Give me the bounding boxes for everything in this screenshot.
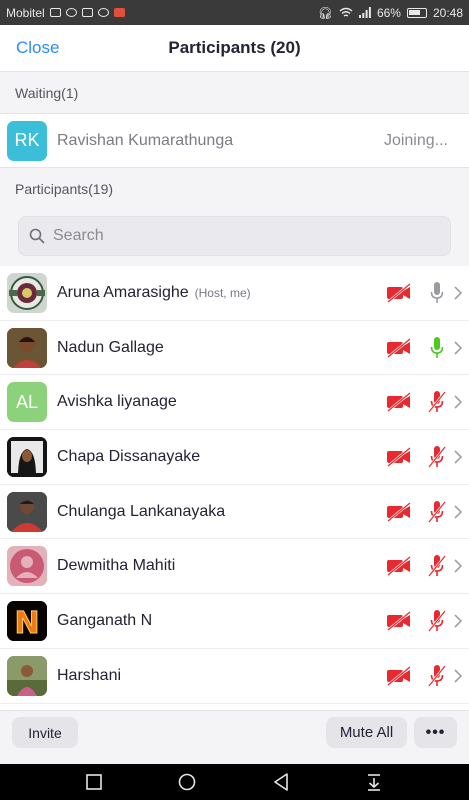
mic-muted-icon (427, 499, 447, 525)
mic-active-icon (427, 335, 447, 361)
avatar (7, 655, 47, 696)
participant-name: Aruna Amarasighe (57, 283, 189, 301)
avatar (7, 491, 47, 532)
mic-muted-icon (427, 553, 447, 579)
chevron-right-icon (453, 448, 463, 466)
participant-row[interactable]: AL Avishka liyanage (0, 375, 469, 431)
participant-name: Dewmitha Mahiti (57, 557, 176, 575)
chevron-right-icon (453, 503, 463, 521)
participant-row[interactable]: N Ganganath N (0, 594, 469, 649)
video-off-icon (383, 609, 415, 633)
clock: 20:48 (432, 5, 463, 20)
chevron-right-icon (453, 339, 463, 357)
page-title: Participants (20) (168, 38, 301, 57)
video-off-icon (383, 336, 415, 360)
video-off-icon (383, 390, 415, 414)
participants-section-header: Participants(19) (0, 168, 469, 210)
back-icon[interactable] (271, 773, 291, 791)
mic-muted-icon (427, 608, 447, 634)
waiting-section-header: Waiting(1) (0, 72, 469, 114)
participant-row[interactable]: Dewmitha Mahiti (0, 539, 469, 595)
participant-row[interactable]: Chulanga Lankanayaka (0, 485, 469, 540)
participant-name: Harshani (57, 666, 122, 684)
mic-muted-icon (427, 389, 447, 415)
search-container (0, 210, 469, 266)
participant-row[interactable]: Aruna Amarasighe (Host, me) (0, 266, 469, 321)
participant-row[interactable]: Nadun Gallage (0, 321, 469, 376)
video-notification-icon (49, 8, 61, 17)
chevron-right-icon (453, 393, 463, 411)
joining-status: Joining... (383, 131, 448, 149)
video-off-icon (383, 554, 415, 578)
avatar (7, 272, 47, 313)
video-off-icon (383, 445, 415, 469)
participant-name: Nadun Gallage (57, 338, 164, 356)
participant-role-tag: (Host, me) (194, 285, 251, 300)
wifi-icon (339, 7, 353, 17)
video-off-icon (383, 281, 415, 305)
headset-icon: 🎧︎ (317, 5, 333, 20)
invite-button[interactable]: Invite (12, 717, 78, 748)
battery-icon (406, 7, 427, 18)
more-options-button[interactable]: ••• (414, 717, 457, 748)
avatar (7, 436, 47, 477)
avatar: RK (7, 120, 47, 161)
whatsapp-notification-icon (65, 8, 77, 17)
participant-name: Avishka liyanage (57, 393, 177, 411)
waiting-participant-name: Ravishan Kumarathunga (57, 131, 234, 149)
participant-name: Chulanga Lankanayaka (57, 502, 226, 520)
participant-list: Aruna Amarasighe (Host, me) Nadun Gallag… (0, 266, 469, 710)
battery-percent: 66% (376, 5, 401, 20)
android-nav-bar (0, 764, 469, 800)
video-off-icon (383, 664, 415, 688)
avatar: AL (7, 382, 47, 423)
search-input[interactable] (53, 227, 383, 245)
mic-muted-icon (427, 444, 447, 470)
mic-icon (427, 280, 447, 306)
avatar (7, 546, 47, 587)
signal-icon (358, 7, 371, 18)
mic-muted-icon (427, 663, 447, 689)
chevron-right-icon (453, 667, 463, 685)
carrier-label: Mobitel (6, 5, 45, 20)
avatar: N (7, 600, 47, 641)
status-bar: Mobitel 🎧︎ 66% 20:48 (0, 0, 469, 25)
message-notification-icon (81, 8, 93, 17)
participant-name: Ganganath N (57, 611, 153, 629)
recent-apps-icon[interactable] (84, 773, 104, 791)
messenger-notification-icon (97, 8, 109, 17)
mute-all-button[interactable]: Mute All (326, 717, 407, 748)
home-icon[interactable] (177, 773, 197, 791)
chevron-right-icon (453, 557, 463, 575)
video-off-icon (383, 500, 415, 524)
participant-row[interactable]: Harshani (0, 649, 469, 704)
app-notification-icon (113, 8, 125, 17)
notification-pulldown-icon[interactable] (364, 773, 384, 791)
avatar (7, 327, 47, 368)
search-box[interactable] (18, 216, 451, 256)
participant-row[interactable]: Chapa Dissanayake (0, 430, 469, 485)
footer-toolbar: Invite Mute All ••• (0, 710, 469, 764)
search-icon (29, 228, 45, 244)
svg-text:N: N (14, 606, 39, 641)
chevron-right-icon (453, 284, 463, 302)
chevron-right-icon (453, 612, 463, 630)
waiting-participant-row[interactable]: RK Ravishan Kumarathunga Joining... (0, 114, 469, 168)
participant-name: Chapa Dissanayake (57, 447, 201, 465)
header: Close Participants (20) (0, 25, 469, 72)
